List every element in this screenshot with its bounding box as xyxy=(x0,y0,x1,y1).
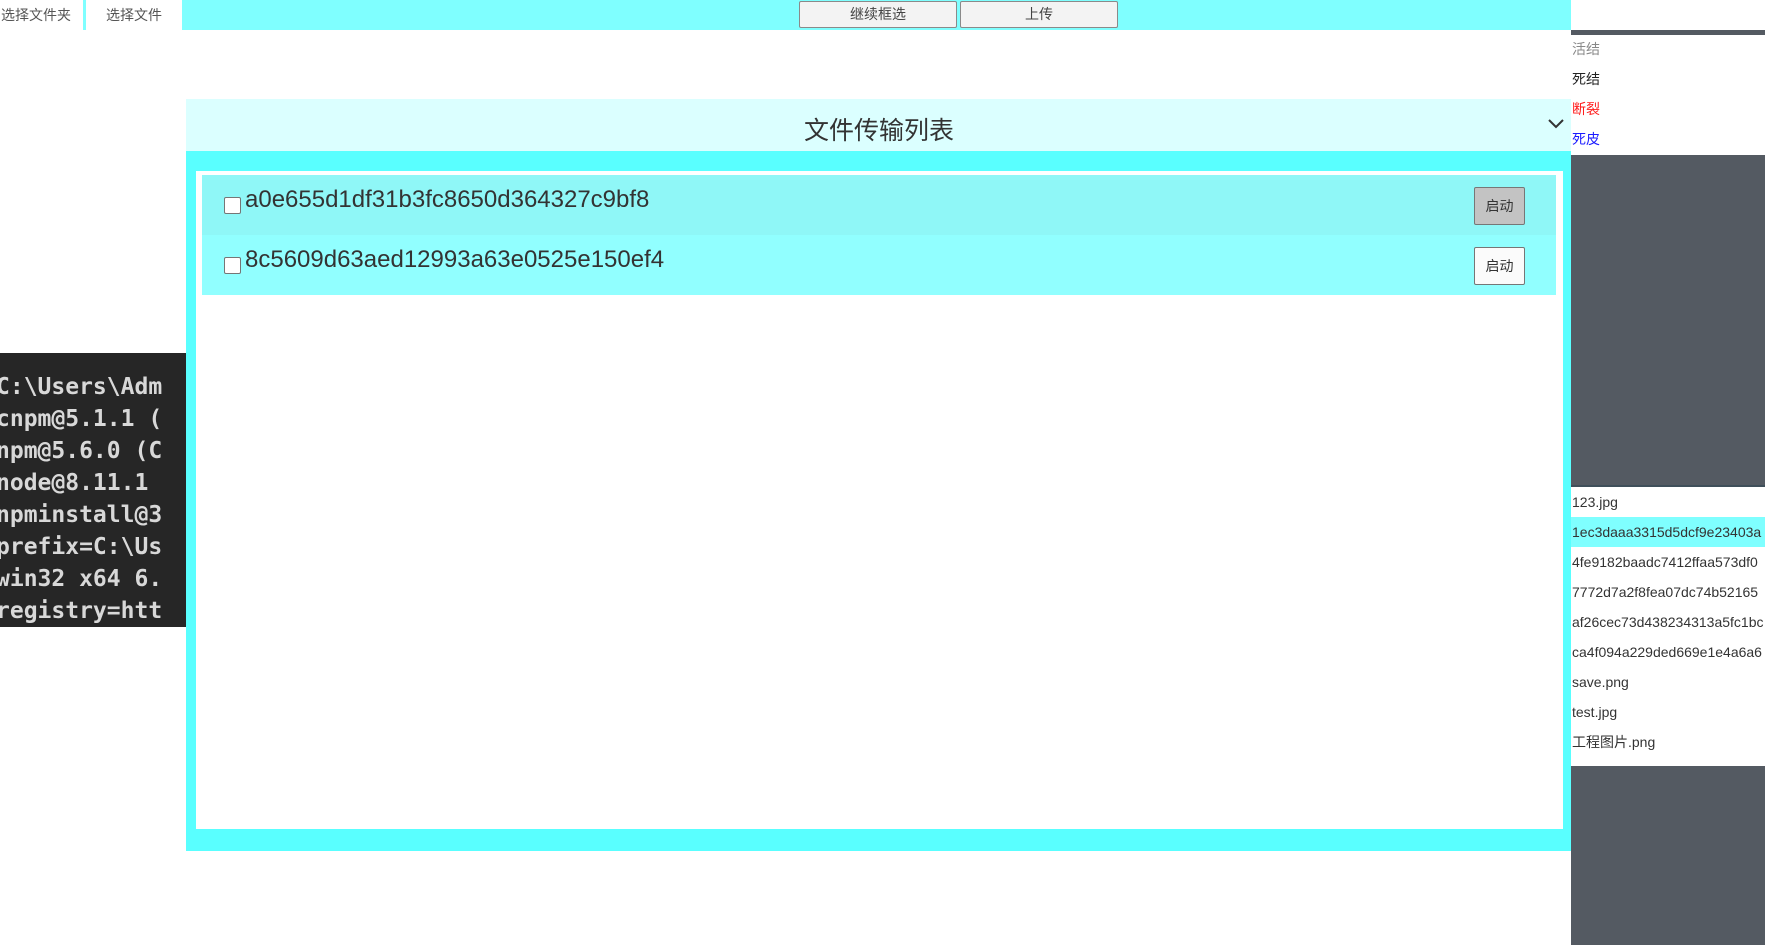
row-checkbox[interactable] xyxy=(224,197,241,214)
transfer-panel-title: 文件传输列表 xyxy=(803,117,954,145)
transfer-file-name: 8c5609d63aed12993a63e0525e150ef4 xyxy=(245,246,665,273)
terminal-window: C:\Users\Adm cnpm@5.1.1 ( npm@5.6.0 (C n… xyxy=(0,353,186,627)
select-file-tab[interactable]: 选择文件 xyxy=(86,0,182,30)
status-item-crack[interactable]: 断裂 xyxy=(1572,99,1600,119)
terminal-line: registry=htt xyxy=(0,598,163,624)
right-sidebar: 活结 死结 断裂 死皮 123.jpg 1ec3daaa3315d5dcf9e2… xyxy=(1571,30,1765,945)
transfer-list-container: a0e655d1df31b3fc8650d364327c9bf8 启动 8c56… xyxy=(196,171,1563,829)
status-item-dead-bark[interactable]: 死皮 xyxy=(1572,129,1600,149)
file-item[interactable]: ca4f094a229ded669e1e4a6a6 xyxy=(1571,637,1765,667)
terminal-line: win32 x64 6. xyxy=(0,566,163,592)
start-button[interactable]: 启动 xyxy=(1474,187,1525,225)
status-legend: 活结 死结 断裂 死皮 xyxy=(1571,35,1765,155)
chevron-down-icon[interactable] xyxy=(1546,113,1566,133)
file-item[interactable]: 工程图片.png xyxy=(1571,727,1765,757)
transfer-file-name: a0e655d1df31b3fc8650d364327c9bf8 xyxy=(245,186,650,213)
terminal-line: prefix=C:\Us xyxy=(0,534,163,560)
status-item-dead-knot[interactable]: 死结 xyxy=(1572,69,1600,89)
select-folder-tab[interactable]: 选择文件夹 xyxy=(0,0,83,30)
file-item[interactable]: 7772d7a2f8fea07dc74b52165 xyxy=(1571,577,1765,607)
transfer-row: 8c5609d63aed12993a63e0525e150ef4 启动 xyxy=(202,235,1556,295)
file-item[interactable]: 123.jpg xyxy=(1571,487,1765,517)
file-item[interactable]: test.jpg xyxy=(1571,697,1765,727)
transfer-row: a0e655d1df31b3fc8650d364327c9bf8 启动 xyxy=(202,175,1556,235)
start-button[interactable]: 启动 xyxy=(1474,247,1525,285)
transfer-panel: 文件传输列表 a0e655d1df31b3fc8650d364327c9bf8 … xyxy=(186,99,1572,851)
file-item[interactable]: 1ec3daaa3315d5dcf9e23403a xyxy=(1571,517,1765,547)
transfer-list: a0e655d1df31b3fc8650d364327c9bf8 启动 8c56… xyxy=(202,175,1556,295)
file-item[interactable]: 4fe9182baadc7412ffaa573df0 xyxy=(1571,547,1765,577)
transfer-panel-header: 文件传输列表 xyxy=(186,99,1572,151)
top-toolbar: 选择文件夹 选择文件 继续框选 上传 xyxy=(0,0,1571,30)
row-checkbox[interactable] xyxy=(224,257,241,274)
top-tabs: 选择文件夹 选择文件 xyxy=(0,0,182,30)
status-item-live-knot[interactable]: 活结 xyxy=(1572,39,1600,59)
file-item[interactable]: save.png xyxy=(1571,667,1765,697)
upload-button[interactable]: 上传 xyxy=(960,1,1118,28)
terminal-line: node@8.11.1 xyxy=(0,470,149,496)
terminal-line: cnpm@5.1.1 ( xyxy=(0,406,163,432)
terminal-line: npm@5.6.0 (C xyxy=(0,438,163,464)
file-item[interactable]: af26cec73d438234313a5fc1bc xyxy=(1571,607,1765,637)
terminal-line: npminstall@3 xyxy=(0,502,163,528)
terminal-line: C:\Users\Adm xyxy=(0,374,163,400)
continue-select-button[interactable]: 继续框选 xyxy=(799,1,957,28)
file-list: 123.jpg 1ec3daaa3315d5dcf9e23403a 4fe918… xyxy=(1571,487,1765,766)
